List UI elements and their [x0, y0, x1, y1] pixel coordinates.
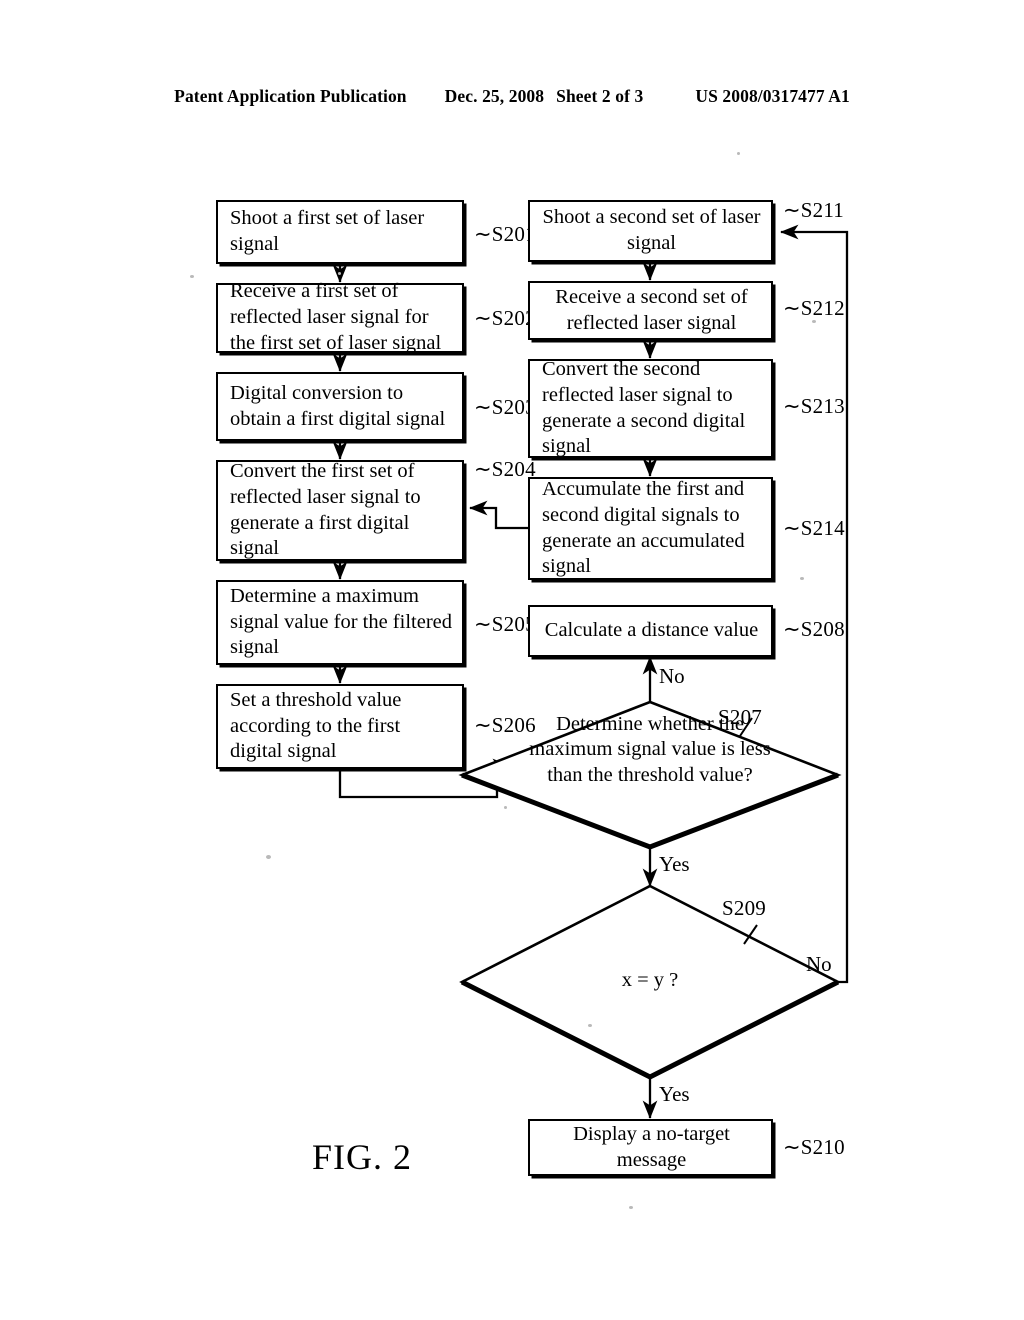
flow-node-s202-text: Receive a first set of reflected laser s… [230, 280, 442, 354]
flow-node-s214[interactable]: Accumulate the first and second digital … [528, 477, 773, 580]
arrow-s214-s204 [469, 500, 528, 530]
flow-node-s213[interactable]: Convert the second reflected laser signa… [528, 357, 773, 458]
step-label-s205: ∼S205 [474, 612, 536, 636]
decision-shape-s209 [459, 884, 841, 1079]
branch-label-s209-no: No [806, 952, 832, 976]
figure-caption: FIG. 2 [312, 1137, 413, 1177]
flow-node-s211-text: Shoot a second set of laser signal [542, 206, 761, 254]
arrow-s206-s207 [338, 758, 511, 799]
flow-node-s203-text: Digital conversion to obtain a first dig… [230, 381, 446, 430]
scan-speck [504, 806, 507, 809]
flow-node-s205-text: Determine a maximum signal value for the… [230, 584, 452, 659]
step-label-s209: S209 [722, 896, 766, 920]
flow-node-s201[interactable]: Shoot a first set of laser signal [216, 200, 464, 264]
step-label-s203: ∼S203 [474, 395, 536, 419]
step-label-s210: ∼S210 [783, 1135, 845, 1159]
scan-speck [190, 275, 194, 278]
step-label-s201: ∼S201 [474, 222, 536, 246]
step-label-s206: ∼S206 [474, 713, 536, 737]
arrow-s209no-s211 [780, 224, 849, 984]
flow-node-s210[interactable]: Display a no-target message [528, 1119, 773, 1176]
branch-label-s209-yes: Yes [659, 1082, 690, 1106]
scan-speck [629, 1206, 633, 1209]
scan-speck [800, 577, 804, 580]
flow-node-s211[interactable]: Shoot a second set of laser signal [528, 200, 773, 262]
step-label-s211: ∼S211 [783, 198, 844, 222]
flow-node-s208-text: Calculate a distance value [544, 619, 759, 642]
flow-node-s214-text: Accumulate the first and second digital … [542, 477, 745, 578]
step-label-s212: ∼S212 [783, 296, 845, 320]
branch-label-s207-yes: Yes [659, 852, 690, 876]
step-label-s214: ∼S214 [783, 516, 845, 540]
flow-node-s202[interactable]: Receive a first set of reflected laser s… [216, 280, 464, 354]
scan-speck [266, 855, 271, 859]
flow-node-s206[interactable]: Set a threshold value according to the f… [216, 684, 464, 769]
flow-node-s213-text: Convert the second reflected laser signa… [542, 357, 746, 458]
scan-speck [737, 152, 740, 155]
scan-speck [812, 320, 816, 323]
leader-s209 [743, 924, 758, 945]
flowchart-figure: Shoot a first set of laser signal ∼S201 … [0, 0, 1024, 1320]
flow-node-s206-text: Set a threshold value according to the f… [230, 688, 402, 763]
branch-label-s207-no: No [659, 664, 685, 688]
flow-node-s204-text: Convert the first set of reflected laser… [230, 459, 421, 560]
flow-node-s201-text: Shoot a first set of laser signal [230, 207, 425, 255]
scan-speck [588, 1024, 592, 1027]
step-label-s213: ∼S213 [783, 394, 845, 418]
flow-node-s212-text: Receive a second set of reflected laser … [555, 285, 748, 334]
flow-node-s205[interactable]: Determine a maximum signal value for the… [216, 580, 464, 665]
scan-speck [338, 272, 341, 275]
step-label-s208: ∼S208 [783, 617, 845, 641]
flow-node-s209-text: x = y ? [621, 969, 679, 991]
step-label-s207: S207 [718, 705, 762, 729]
flow-node-s204[interactable]: Convert the first set of reflected laser… [216, 460, 464, 561]
flow-node-s212[interactable]: Receive a second set of reflected laser … [528, 281, 773, 340]
flow-connectors [332, 224, 849, 1119]
flow-node-s203[interactable]: Digital conversion to obtain a first dig… [216, 372, 464, 441]
flow-node-s210-text: Display a no-target message [573, 1122, 730, 1171]
step-label-s202: ∼S202 [474, 306, 536, 330]
step-label-s204: ∼S204 [474, 457, 536, 481]
flow-node-s208[interactable]: Calculate a distance value [528, 605, 773, 657]
